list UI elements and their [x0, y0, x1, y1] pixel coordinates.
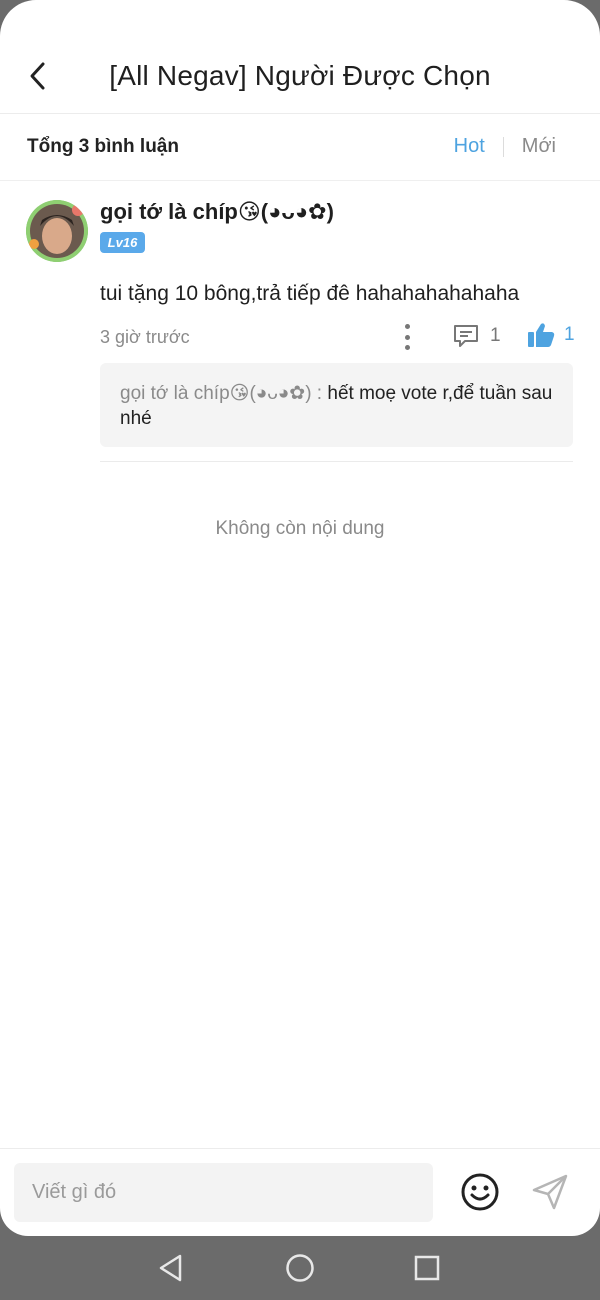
- reply-content: gọi tớ là chíp😘(◕ᴗ◕✿) : hết moẹ vote r,đ…: [120, 381, 553, 431]
- nav-back-icon: [159, 1254, 182, 1282]
- like-count: 1: [564, 324, 575, 345]
- level-badge: Lv16: [100, 232, 145, 253]
- more-icon-dot: [404, 334, 410, 340]
- tab-new[interactable]: Mới: [522, 135, 556, 158]
- send-button[interactable]: [530, 1172, 570, 1217]
- more-icon-dot: [404, 324, 410, 329]
- nav-recents-button[interactable]: [413, 1254, 441, 1287]
- screen-corner-left: [0, 0, 36, 36]
- emoji-icon: [461, 1173, 499, 1211]
- reply-preview[interactable]: gọi tớ là chíp😘(◕ᴗ◕✿) : hết moẹ vote r,đ…: [100, 363, 573, 447]
- comment-username[interactable]: gọi tớ là chíp😘(◕ᴗ◕✿): [100, 199, 334, 225]
- comment-input[interactable]: [14, 1163, 433, 1222]
- sort-tabs: Hot Mới: [454, 135, 556, 158]
- system-nav-bar: [0, 1236, 600, 1300]
- avatar-image: [26, 200, 88, 262]
- more-icon-dot: [404, 345, 410, 350]
- nav-back-button[interactable]: [156, 1252, 186, 1289]
- app-screen: [All Negav] Người Được Chọn Tổng 3 bình …: [0, 0, 600, 1236]
- reply-author: gọi tớ là chíp😘(◕ᴗ◕✿) :: [120, 383, 323, 404]
- thumbs-up-icon: [528, 323, 555, 347]
- send-icon: [532, 1174, 568, 1210]
- comment-total: Tổng 3 bình luận: [27, 136, 179, 157]
- screen-corner-right: [564, 0, 600, 36]
- reply-button[interactable]: 1: [452, 323, 501, 349]
- comment-divider: [100, 461, 573, 462]
- avatar[interactable]: [26, 200, 88, 262]
- comment-time: 3 giờ trước: [100, 327, 190, 347]
- reply-count: 1: [490, 325, 501, 346]
- more-button[interactable]: [396, 324, 418, 350]
- nav-home-icon: [286, 1254, 314, 1282]
- comments-subbar: Tổng 3 bình luận Hot Mới: [0, 114, 600, 181]
- comment-composer: [0, 1148, 600, 1236]
- comment-icon: [454, 325, 478, 347]
- nav-recents-icon: [414, 1255, 440, 1281]
- tab-divider: [502, 136, 504, 157]
- end-of-list-text: Không còn nội dung: [215, 518, 385, 539]
- nav-home-button[interactable]: [285, 1252, 315, 1289]
- tab-hot[interactable]: Hot: [454, 135, 485, 158]
- header: [All Negav] Người Được Chọn: [0, 36, 600, 114]
- page-title: [All Negav] Người Được Chọn: [109, 60, 491, 91]
- like-button[interactable]: 1: [526, 321, 575, 349]
- emoji-button[interactable]: [460, 1172, 500, 1217]
- comment-text: tui tặng 10 bông,trả tiếp đê hahahahahah…: [100, 282, 520, 305]
